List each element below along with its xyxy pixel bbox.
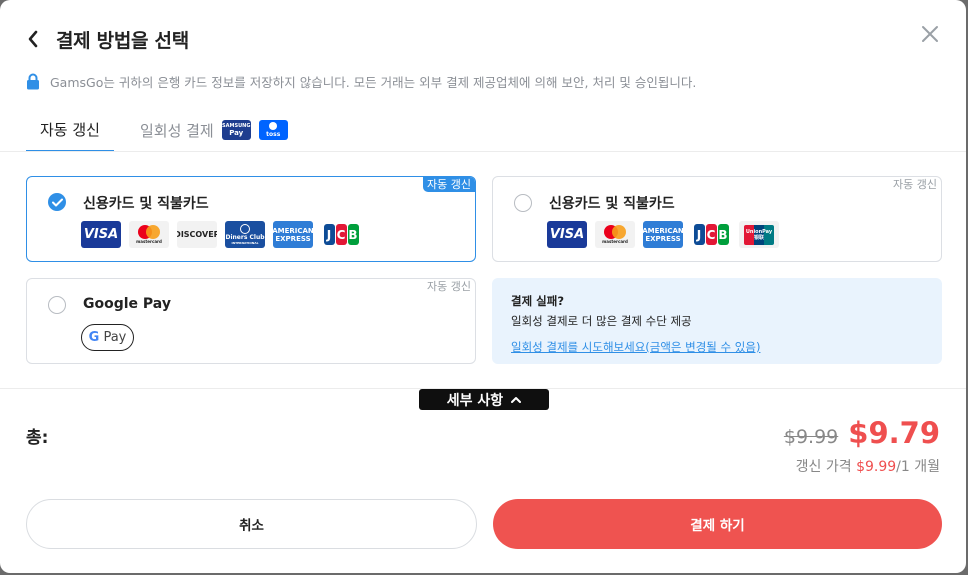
radio-selected[interactable] bbox=[48, 193, 66, 211]
diners-club-icon: Diners Club INTERNATIONAL bbox=[225, 221, 265, 248]
mastercard-icon: mastercard bbox=[129, 221, 169, 248]
security-notice-text: GamsGo는 귀하의 은행 카드 정보를 저장하지 않습니다. 모든 거래는 … bbox=[50, 74, 697, 90]
original-price: $9.99 bbox=[783, 426, 839, 448]
fail-title: 결제 실패? bbox=[511, 294, 564, 308]
amex-icon: AMERICAN EXPRESS bbox=[273, 221, 313, 248]
one-time-payment-link[interactable]: 일회성 결제를 시도해보세요(금액은 변경될 수 있음) bbox=[511, 339, 923, 355]
jcb-icon: JCB bbox=[691, 221, 731, 248]
auto-renew-tag: 자동 갱신 bbox=[427, 280, 471, 293]
modal-title: 결제 방법을 선택 bbox=[56, 30, 189, 52]
jcb-icon: JCB bbox=[321, 221, 361, 248]
chevron-up-icon bbox=[511, 396, 522, 403]
radio-unselected[interactable] bbox=[514, 194, 532, 212]
discover-icon: DISCOVER bbox=[177, 221, 217, 248]
cancel-button[interactable]: 취소 bbox=[26, 499, 477, 549]
auto-renew-tag: 자동 갱신 bbox=[423, 177, 475, 192]
renewal-price: 갱신 가격 $9.99/1 개월 bbox=[795, 459, 940, 475]
final-price: $9.79 bbox=[848, 416, 940, 450]
details-label: 세부 사항 bbox=[446, 392, 504, 409]
option-label: 신용카드 및 직불카드 bbox=[549, 196, 675, 212]
amex-icon: AMERICAN EXPRESS bbox=[643, 221, 683, 248]
google-pay-icon: G Pay bbox=[81, 324, 134, 351]
card-logos: VISA mastercard DISCOVER Diners Club INTE… bbox=[81, 221, 361, 248]
close-icon bbox=[922, 26, 938, 42]
tab-one-time[interactable]: 일회성 결제 SAMSUNG Pay toss bbox=[126, 108, 302, 152]
payment-tabs: 자동 갱신 일회성 결제 SAMSUNG Pay toss bbox=[26, 108, 302, 152]
toss-icon: toss bbox=[258, 120, 288, 140]
total-label: 총: bbox=[26, 428, 49, 448]
price-display: $9.99 $9.79 bbox=[784, 416, 940, 450]
tabs-divider bbox=[0, 151, 966, 152]
renewal-price-value: $9.99 bbox=[856, 459, 897, 475]
payment-failed-info: 결제 실패? 일회성 결제로 더 많은 결제 수단 제공 일회성 결제를 시도해… bbox=[492, 278, 942, 364]
option-auto-card[interactable]: 자동 갱신 신용카드 및 직불카드 VISA mastercard DISCOV… bbox=[26, 176, 476, 262]
lock-icon bbox=[27, 73, 39, 89]
card-logos: VISA mastercard AMERICAN EXPRESS JCB Unio… bbox=[547, 221, 779, 248]
visa-icon: VISA bbox=[547, 221, 587, 248]
option-once-card[interactable]: 자동 갱신 신용카드 및 직불카드 VISA mastercard AMERIC… bbox=[492, 176, 942, 262]
close-button[interactable] bbox=[920, 24, 940, 44]
details-toggle[interactable]: 세부 사항 bbox=[419, 389, 549, 410]
chevron-left-icon bbox=[28, 30, 38, 48]
unionpay-icon: UnionPay 银联 bbox=[739, 221, 779, 248]
visa-icon: VISA bbox=[81, 221, 121, 248]
fail-text: 일회성 결제로 더 많은 결제 수단 제공 bbox=[511, 314, 692, 328]
radio-unselected[interactable] bbox=[48, 296, 66, 314]
security-notice: GamsGo는 귀하의 은행 카드 정보를 저장하지 않습니다. 모든 거래는 … bbox=[26, 70, 696, 92]
tab-label: 자동 갱신 bbox=[40, 120, 100, 139]
option-label: 신용카드 및 직불카드 bbox=[83, 196, 209, 212]
payment-method-modal: 결제 방법을 선택 GamsGo는 귀하의 은행 카드 정보를 저장하지 않습니… bbox=[0, 0, 966, 573]
pay-button[interactable]: 결제 하기 bbox=[493, 499, 942, 549]
option-label: Google Pay bbox=[83, 296, 171, 312]
tab-label: 일회성 결제 bbox=[139, 121, 214, 140]
option-google-pay[interactable]: 자동 갱신 Google Pay G Pay bbox=[26, 278, 476, 364]
check-icon bbox=[51, 198, 63, 206]
back-button[interactable] bbox=[24, 28, 42, 50]
mastercard-icon: mastercard bbox=[595, 221, 635, 248]
samsung-pay-icon: SAMSUNG Pay bbox=[221, 120, 251, 140]
auto-renew-tag: 자동 갱신 bbox=[893, 178, 937, 191]
tab-auto-renew[interactable]: 자동 갱신 bbox=[26, 108, 114, 152]
